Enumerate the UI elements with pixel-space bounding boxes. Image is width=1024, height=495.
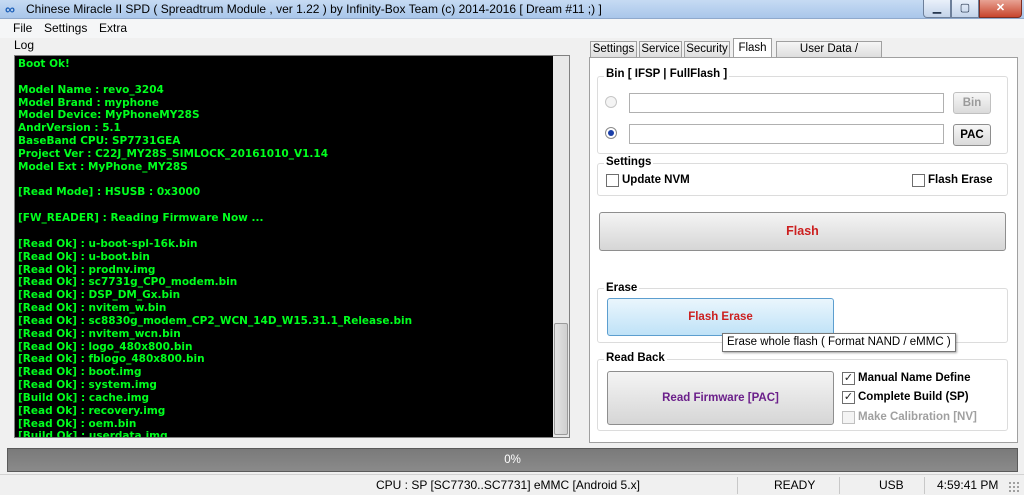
read-firmware-button[interactable]: Read Firmware [PAC] [607,371,834,425]
complete-build-label: Complete Build (SP) [858,391,969,403]
log-line: [Read Mode] : HSUSB : 0x3000 [18,186,201,199]
update-nvm-label: Update NVM [622,174,690,186]
log-line: [Read Ok] : fblogo_480x800.bin [18,353,205,366]
tab-flash[interactable]: Flash [733,38,772,58]
close-button[interactable]: ✕ [979,0,1022,18]
log-console[interactable]: Boot Ok! Model Name : revo_3204 Model Bran… [14,55,570,438]
log-line: [Read Ok] : boot.img [18,366,142,379]
update-nvm-checkbox[interactable] [606,174,619,187]
status-state: READY [774,478,816,492]
flash-erase-option-label: Flash Erase [928,174,993,186]
status-cpu: CPU : SP [SC7730..SC7731] eMMC [Android … [376,478,640,492]
flash-erase-checkbox[interactable] [912,174,925,187]
pac-path-input[interactable] [629,124,944,144]
status-separator [737,477,738,494]
menu-extra[interactable]: Extra [99,21,127,35]
status-separator [924,477,925,494]
log-line: [Build Ok] : cache.img [18,391,150,404]
status-bar: CPU : SP [SC7730..SC7731] eMMC [Android … [0,474,1024,495]
log-line: [Read Ok] : nvitem_wcn.bin [18,327,181,340]
manual-name-label: Manual Name Define [858,372,971,384]
log-line: [Read Ok] : logo_480x800.bin [18,340,193,353]
menu-settings[interactable]: Settings [44,21,87,35]
tab-user-data-forensic[interactable]: User Data / Forensic [776,41,882,70]
menu-bar: File Settings Extra [0,19,1024,38]
window-title: Chinese Miracle II SPD ( Spreadtrum Modu… [26,2,602,16]
log-line: [FW_READER] : Reading Firmware Now ... [18,212,264,225]
flash-erase-tooltip: Erase whole flash ( Format NAND / eMMC ) [722,333,956,352]
minimize-icon: ▁ [932,2,942,14]
log-line: Model Device: MyPhoneMY28S [18,109,200,122]
status-separator [839,477,840,494]
log-line: [Read Ok] : oem.bin [18,417,137,430]
make-calibration-label: Make Calibration [NV] [858,411,977,423]
log-line: [Read Ok] : sc7731g_CP0_modem.bin [18,276,238,289]
log-line: [Build Ok] : userdata.img [18,430,168,438]
progress-label: 0% [504,454,521,466]
make-calibration-checkbox[interactable] [842,411,855,424]
log-line: [Read Ok] : nvitem_w.bin [18,302,167,315]
flash-erase-button[interactable]: Flash Erase [607,298,834,336]
bin-path-input[interactable] [629,93,944,113]
title-bar: ∞ Chinese Miracle II SPD ( Spreadtrum Mo… [0,0,1024,19]
bin-group-title: Bin [ IFSP | FullFlash ] [604,68,730,80]
tab-service[interactable]: Service [639,41,682,58]
status-port: USB [879,478,904,492]
maximize-icon: ▢ [959,2,971,14]
erase-group-title: Erase [604,282,640,294]
log-line: [Read Ok] : recovery.img [18,404,166,417]
log-line: Model Name : revo_3204 [18,83,164,96]
log-line: [Read Ok] : u-boot-spl-16k.bin [18,237,198,250]
status-time: 4:59:41 PM [937,478,999,492]
maximize-button[interactable]: ▢ [951,0,979,18]
log-lines: Boot Ok! Model Name : revo_3204 Model Bran… [18,58,548,438]
menu-file[interactable]: File [13,21,32,35]
log-line: Model Ext : MyPhone_MY28S [18,160,188,173]
tab-security[interactable]: Security [684,41,730,58]
log-line: Boot Ok! [18,58,70,70]
log-label: Log [14,38,35,52]
log-line: [Read Ok] : DSP_DM_Gx.bin [18,289,181,302]
complete-build-checkbox[interactable]: ✓ [842,391,855,404]
flash-button[interactable]: Flash [599,212,1006,251]
app-logo-icon: ∞ [5,1,15,17]
log-line: Model Brand : myphone [18,96,159,109]
tab-settings[interactable]: Settings [590,41,637,58]
manual-name-checkbox[interactable]: ✓ [842,372,855,385]
log-scrollbar[interactable] [553,56,569,437]
resize-grip-icon[interactable] [1008,481,1020,493]
close-icon: ✕ [995,2,1006,14]
readback-group-title: Read Back [604,352,667,364]
bin-button[interactable]: Bin [953,92,991,114]
pac-radio[interactable] [605,127,617,139]
pac-button[interactable]: PAC [953,124,991,146]
log-line: [Read Ok] : sc8830g_modem_CP2_WCN_14D_W1… [18,314,413,327]
settings-group-title: Settings [604,156,654,168]
minimize-button[interactable]: ▁ [923,0,951,18]
log-line: BaseBand CPU: SP7731GEA [18,135,181,148]
log-line: [Read Ok] : u-boot.bin [18,250,150,263]
log-line: Project Ver : C22J_MY28S_SIMLOCK_2016101… [18,147,329,160]
log-line: [Read Ok] : prodnv.img [18,263,156,276]
log-line: AndrVersion : 5.1 [18,122,121,135]
bin-radio[interactable] [605,96,617,108]
progress-bar: 0% [7,448,1018,472]
log-scrollbar-thumb[interactable] [554,323,568,435]
log-line: [Read Ok] : system.img [18,379,157,392]
